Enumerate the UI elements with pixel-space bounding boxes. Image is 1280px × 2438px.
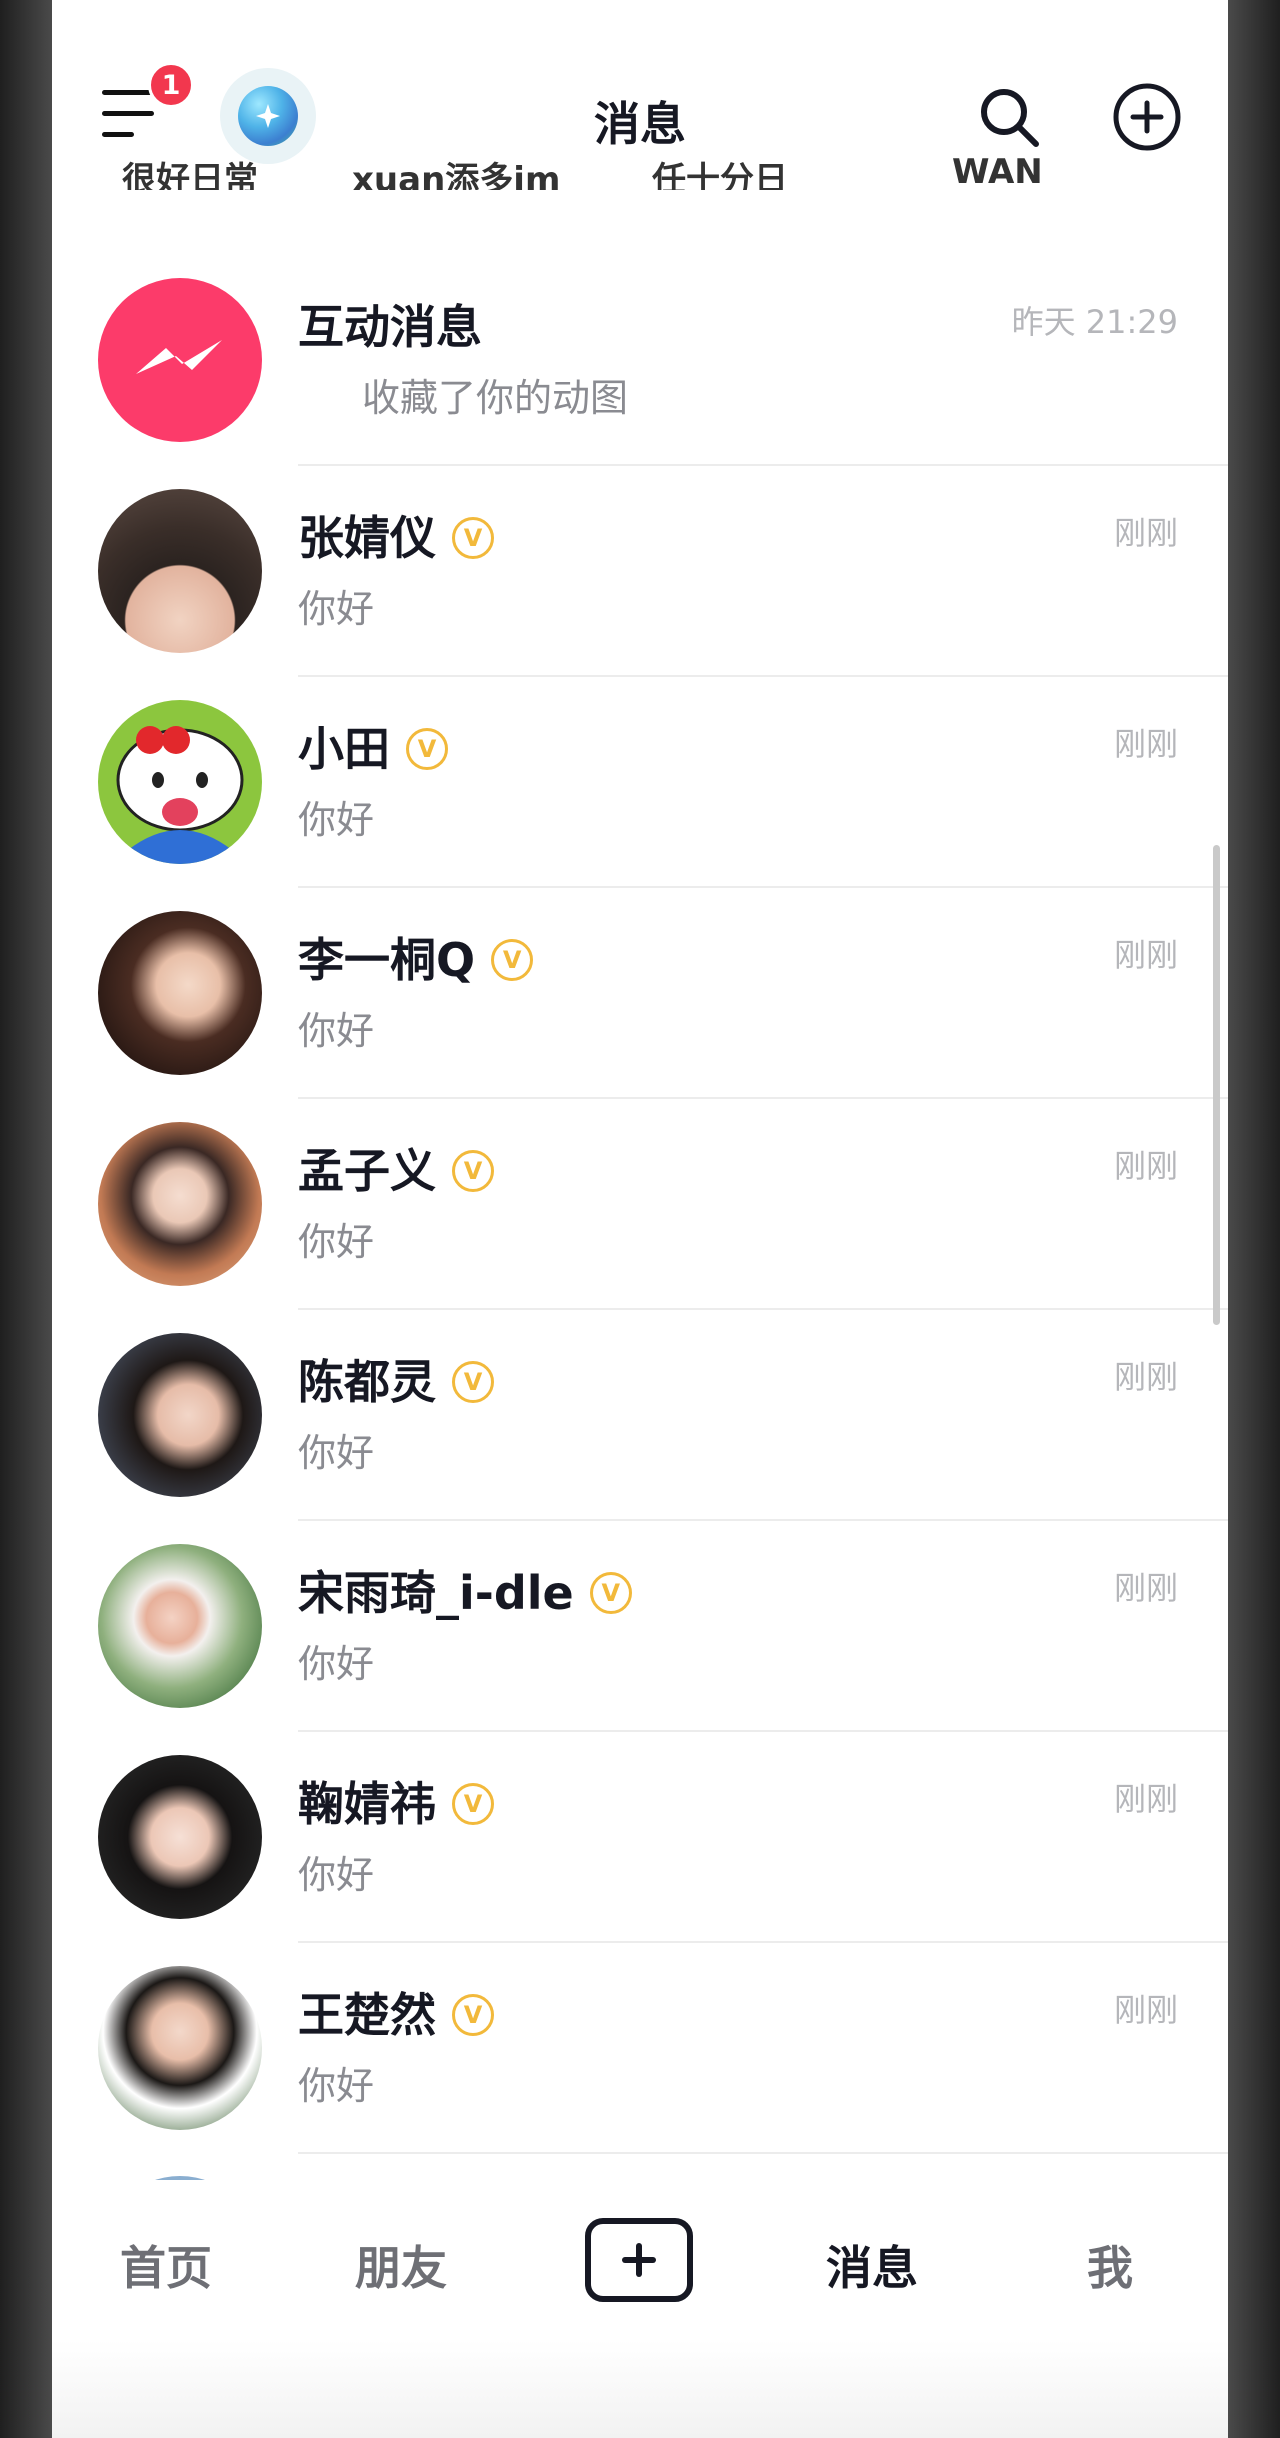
chat-time: 刚刚 [1113,1569,1178,1607]
chat-message: 你好 [298,1220,375,1264]
chat-message: 你好 [298,2064,375,2108]
chat-time: 刚刚 [1113,1780,1178,1818]
interaction-messages-row[interactable]: 互动消息 昨天 21:29 收藏了你的动图 [52,255,1228,466]
interaction-title: 互动消息 [298,300,482,354]
chat-row[interactable]: 陈都灵 V 你好 刚刚 [52,1310,1228,1521]
chat-name: 李一桐Q V [298,924,534,990]
story-name[interactable]: 很好日常 [122,152,258,190]
chat-name: 陈都灵 V [298,1346,494,1412]
chat-message: 你好 [298,798,375,842]
row-divider [298,2152,1228,2154]
avatar [98,1333,262,1497]
messenger-bolt-icon [136,340,222,374]
chat-row[interactable]: 孟子义 V 你好 刚刚 [52,1099,1228,1310]
chat-row[interactable]: 张婧仪 V 你好 刚刚 [52,466,1228,677]
verified-badge-icon: V [452,1360,494,1403]
plus-icon [622,2243,656,2277]
story-name[interactable]: xuan添多im [352,152,560,190]
avatar [98,1122,262,1286]
chat-row[interactable]: 小田 V 你好 刚刚 [52,677,1228,888]
nav-friends[interactable]: 朋友 [355,2232,447,2298]
avatar [98,700,262,864]
avatar [98,489,262,653]
chat-name: 鞠婧祎 V [298,1768,494,1834]
page-title: 消息 [594,97,686,151]
chat-row[interactable]: 宋雨琦_i-dle V 你好 刚刚 [52,1521,1228,1732]
story-name[interactable]: 任十分日 [652,152,788,190]
chat-time: 刚刚 [1113,1991,1178,2029]
chat-time: 刚刚 [1113,936,1178,974]
verified-badge-icon: V [452,1993,494,2036]
chat-name: 小田 V [298,713,448,779]
phone-screen: 很好日常 xuan添多im 任十分日 WAN 1 消息 互动消息 昨天 21:2… [52,0,1228,2438]
search-icon [981,89,1039,147]
avatar [98,911,262,1075]
avatar [98,1544,262,1708]
verified-badge-icon: V [491,938,534,981]
chat-row[interactable]: 王楚然 V 你好 刚刚 [52,1943,1228,2154]
verified-badge-icon: V [406,727,448,770]
chat-message: 你好 [298,1853,375,1897]
verified-badge-icon: V [452,1782,494,1825]
chat-message: 你好 [298,587,375,631]
create-button[interactable] [585,2218,693,2302]
avatar [98,1966,262,2130]
interaction-avatar [98,278,262,442]
interaction-message: 收藏了你的动图 [362,376,629,420]
chat-row[interactable]: 李一桐Q V 你好 刚刚 [52,888,1228,1099]
nav-me[interactable]: 我 [1087,2232,1133,2298]
background-right [1228,0,1280,2438]
chat-row[interactable]: 鞠婧祎 V 你好 刚刚 [52,1732,1228,1943]
chat-name: 王楚然 V [298,1979,494,2045]
story-name[interactable]: WAN [952,152,1043,190]
background-left [0,0,52,2438]
chat-name: 孟子义 V [298,1135,494,1201]
verified-badge-icon: V [589,1571,632,1614]
chat-time: 刚刚 [1113,1358,1178,1396]
home-indicator-area [52,2340,1228,2438]
chat-message: 你好 [298,1642,375,1686]
chat-message: 你好 [298,1431,375,1475]
chat-time: 刚刚 [1113,1147,1178,1185]
chat-name: 宋雨琦_i-dle V [298,1557,632,1623]
add-button[interactable] [1112,82,1182,152]
verified-badge-icon: V [452,1149,494,1192]
scrollbar[interactable] [1213,845,1220,1325]
nav-messages[interactable]: 消息 [826,2232,918,2298]
chat-name: 张婧仪 V [298,502,494,568]
chat-message: 你好 [298,1009,375,1053]
top-bar: 1 消息 [52,0,1228,164]
bottom-nav: 首页 朋友 消息 我 [52,2180,1228,2340]
story-strip: 很好日常 xuan添多im 任十分日 WAN [52,150,1228,190]
avatar [98,1755,262,1919]
chat-time: 刚刚 [1113,725,1178,763]
nav-home[interactable]: 首页 [120,2232,212,2298]
interaction-time: 昨天 21:29 [1011,303,1178,341]
plus-circle-icon [1113,83,1181,151]
verified-badge-icon: V [452,516,494,559]
chat-time: 刚刚 [1113,514,1178,552]
search-button[interactable] [974,82,1044,152]
